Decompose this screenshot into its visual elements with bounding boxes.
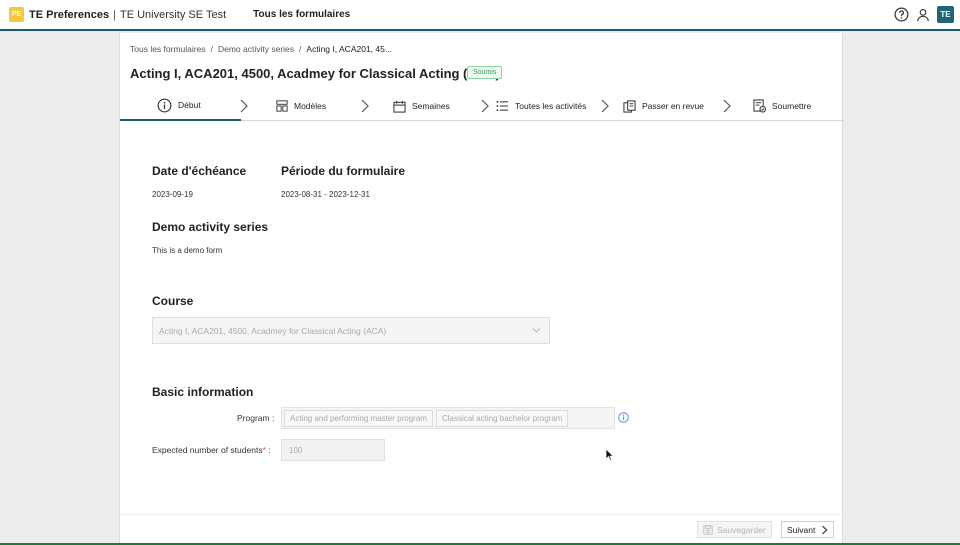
breadcrumb-all-forms[interactable]: Tous les formulaires — [130, 44, 206, 54]
step-label: Toutes les activités — [515, 101, 587, 111]
students-value: 100 — [289, 445, 303, 455]
step-passer-en-revue[interactable]: Passer en revue — [623, 91, 704, 121]
info-icon — [157, 98, 172, 112]
basic-info-heading: Basic information — [152, 385, 254, 399]
step-debut[interactable]: Début — [120, 91, 241, 121]
review-icon — [623, 99, 636, 113]
chevron-right-icon — [723, 99, 731, 113]
save-icon — [703, 524, 713, 535]
avatar-initials: TE — [940, 10, 951, 19]
step-soumettre[interactable]: Soumettre — [753, 91, 811, 121]
chevron-right-icon — [822, 525, 828, 534]
breadcrumb-current: Acting I, ACA201, 45... — [306, 44, 392, 54]
course-label: Course — [152, 294, 194, 308]
list-icon — [496, 100, 509, 112]
save-button[interactable]: Sauvegarder — [697, 521, 772, 538]
step-label: Passer en revue — [642, 101, 704, 111]
students-label: Expected number of students* : — [152, 445, 271, 455]
nav-all-forms[interactable]: Tous les formulaires — [253, 9, 350, 20]
step-label: Soumettre — [772, 101, 812, 111]
form-footer: Sauvegarder Suivant — [120, 514, 844, 545]
calendar-icon — [393, 100, 406, 113]
series-title: Demo activity series — [152, 220, 269, 234]
step-label: Modèles — [294, 101, 327, 111]
app-name[interactable]: TE Preferences — [29, 9, 109, 21]
mouse-cursor-icon — [605, 448, 614, 461]
top-bar: PE TE Preferences | TE University SE Tes… — [0, 0, 960, 31]
save-button-label: Sauvegarder — [717, 524, 766, 535]
step-modeles[interactable]: Modèles — [276, 91, 326, 121]
step-label: Semaines — [412, 101, 450, 111]
due-date-label: Date d'échéance — [152, 164, 247, 178]
breadcrumb-separator: / — [210, 44, 213, 54]
info-icon[interactable] — [618, 412, 629, 423]
breadcrumb-activity-series[interactable]: Demo activity series — [218, 44, 294, 54]
program-label: Program : — [237, 413, 275, 423]
program-chip: Classical acting bachelor program — [435, 409, 569, 427]
program-multiselect[interactable]: Acting and performing master program Cla… — [281, 407, 615, 429]
chevron-right-icon — [361, 99, 369, 113]
submit-icon — [753, 99, 766, 113]
series-description: This is a demo form — [152, 246, 223, 255]
students-input[interactable]: 100 — [281, 439, 385, 461]
page-title: Acting I, ACA201, 4500, Acadmey for Clas… — [130, 66, 500, 81]
help-icon[interactable] — [893, 7, 909, 23]
templates-icon — [276, 100, 288, 112]
top-right-actions: TE — [893, 6, 954, 23]
program-chip: Acting and performing master program — [284, 409, 433, 427]
form-panel: Tous les formulaires / Demo activity ser… — [119, 33, 844, 545]
course-select[interactable]: Acting I, ACA201, 4500, Acadmey for Clas… — [152, 317, 550, 344]
breadcrumb: Tous les formulaires / Demo activity ser… — [130, 44, 392, 54]
status-badge: Soumis — [467, 66, 503, 79]
step-navigation: Début Modèles Semaines Toutes les activi… — [120, 91, 844, 121]
avatar[interactable]: TE — [937, 6, 954, 23]
chevron-right-icon — [601, 99, 609, 113]
period-label: Période du formulaire — [281, 164, 406, 178]
org-name: TE University SE Test — [119, 8, 227, 21]
app-logo[interactable]: PE — [9, 7, 24, 22]
next-button-label: Suivant — [787, 524, 816, 535]
step-label: Début — [178, 100, 201, 110]
user-icon[interactable] — [915, 7, 931, 23]
step-semaines[interactable]: Semaines — [393, 91, 450, 121]
next-button[interactable]: Suivant — [781, 521, 835, 538]
chevron-right-icon — [481, 99, 489, 113]
app-logo-text: PE — [11, 11, 22, 18]
app-separator: | — [113, 8, 116, 21]
students-label-text: Expected number of students — [152, 445, 263, 455]
students-label-colon: : — [265, 445, 271, 455]
course-select-value: Acting I, ACA201, 4500, Acadmey for Clas… — [159, 325, 387, 336]
due-date-value: 2023-09-19 — [152, 190, 193, 199]
chevron-down-icon — [532, 328, 541, 333]
breadcrumb-separator: / — [299, 44, 302, 54]
chevron-right-icon — [240, 99, 248, 113]
period-value: 2023-08-31 - 2023-12-31 — [281, 190, 370, 199]
step-toutes-activites[interactable]: Toutes les activités — [496, 91, 586, 121]
